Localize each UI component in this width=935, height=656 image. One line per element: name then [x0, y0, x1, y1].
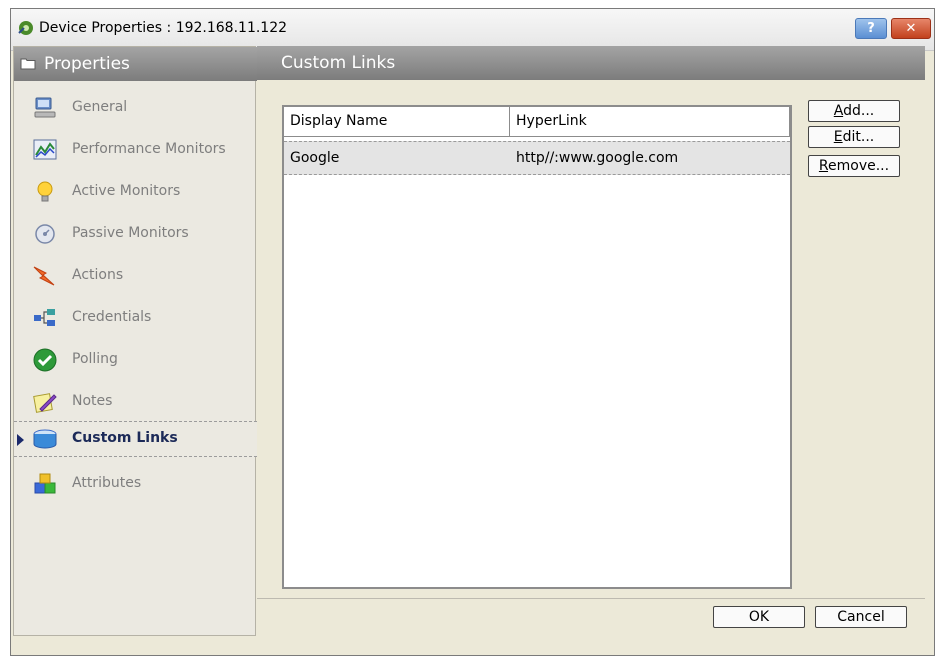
- sidebar-item-polling[interactable]: Polling: [14, 343, 257, 379]
- chart-icon: [33, 139, 57, 160]
- sidebar-item-label: Active Monitors: [72, 183, 181, 199]
- edit-label: dit...: [842, 129, 875, 145]
- cancel-button[interactable]: Cancel: [815, 606, 907, 628]
- help-button[interactable]: ?: [855, 18, 887, 39]
- sidebar-item-passive-monitors[interactable]: Passive Monitors: [14, 217, 257, 253]
- sidebar-item-general[interactable]: General: [14, 91, 257, 127]
- blocks-icon: [34, 473, 56, 494]
- table-row[interactable]: Google http//:www.google.com: [284, 141, 790, 175]
- sidebar-item-label: Performance Monitors: [72, 141, 226, 157]
- ok-button[interactable]: OK: [713, 606, 805, 628]
- column-header-label: Display Name: [290, 113, 388, 129]
- checkmark-icon: [33, 348, 57, 372]
- link-box-icon: [33, 429, 57, 449]
- network-icon: [34, 309, 55, 326]
- section-title: Custom Links: [281, 53, 396, 73]
- pencil-note-icon: [33, 393, 57, 413]
- sidebar-item-label: Credentials: [72, 309, 152, 325]
- properties-sidebar: Properties General Performance Monitors …: [13, 46, 257, 636]
- sidebar-item-label: Custom Links: [72, 430, 178, 446]
- sidebar-item-active-monitors[interactable]: Active Monitors: [14, 175, 257, 211]
- sidebar-item-label: Actions: [72, 267, 124, 283]
- edit-mnemonic: E: [833, 129, 843, 145]
- remove-label: emove...: [828, 158, 890, 174]
- sidebar-item-custom-links[interactable]: Custom Links: [14, 421, 257, 457]
- sidebar-item-performance-monitors[interactable]: Performance Monitors: [14, 133, 257, 169]
- hyperlink-cell: http//:www.google.com: [516, 150, 679, 166]
- satellite-dish-icon: [35, 224, 55, 244]
- app-icon: [18, 21, 33, 35]
- sidebar-item-label: Polling: [72, 351, 118, 367]
- column-header-label: HyperLink: [516, 113, 587, 129]
- sidebar-item-label: Passive Monitors: [72, 225, 189, 241]
- selected-arrow-icon: [17, 434, 24, 446]
- remove-mnemonic: R: [818, 158, 829, 174]
- add-mnemonic: A: [833, 103, 844, 119]
- sidebar-item-label: General: [72, 99, 128, 115]
- add-label: dd...: [843, 103, 875, 119]
- sidebar-item-label: Attributes: [72, 475, 142, 491]
- sidebar-item-notes[interactable]: Notes: [14, 385, 257, 421]
- properties-header: Properties: [14, 47, 257, 81]
- lightbulb-icon: [37, 181, 53, 202]
- edit-button[interactable]: Edit...: [808, 126, 900, 148]
- custom-links-header: Custom Links: [257, 46, 925, 80]
- properties-title: Properties: [44, 54, 130, 74]
- window-title: Device Properties : 192.168.11.122: [39, 20, 288, 36]
- sidebar-item-attributes[interactable]: Attributes: [14, 467, 257, 503]
- folder-icon: [20, 58, 36, 70]
- computer-icon: [34, 97, 56, 118]
- close-button[interactable]: ✕: [891, 18, 931, 39]
- sidebar-item-actions[interactable]: Actions: [14, 259, 257, 295]
- sidebar-item-label: Notes: [72, 393, 113, 409]
- custom-links-list[interactable]: Display Name HyperLink Google http//:www…: [282, 105, 792, 589]
- sidebar-item-credentials[interactable]: Credentials: [14, 301, 257, 337]
- lightning-icon: [33, 266, 55, 286]
- column-header-display-name[interactable]: Display Name: [284, 107, 510, 137]
- display-name-cell: Google: [290, 150, 340, 166]
- title-bar[interactable]: Device Properties : 192.168.11.122 ? ✕: [11, 9, 934, 51]
- add-button[interactable]: Add...: [808, 100, 900, 122]
- footer-divider: [257, 598, 925, 599]
- column-header-hyperlink[interactable]: HyperLink: [510, 107, 790, 137]
- remove-button[interactable]: Remove...: [808, 155, 900, 177]
